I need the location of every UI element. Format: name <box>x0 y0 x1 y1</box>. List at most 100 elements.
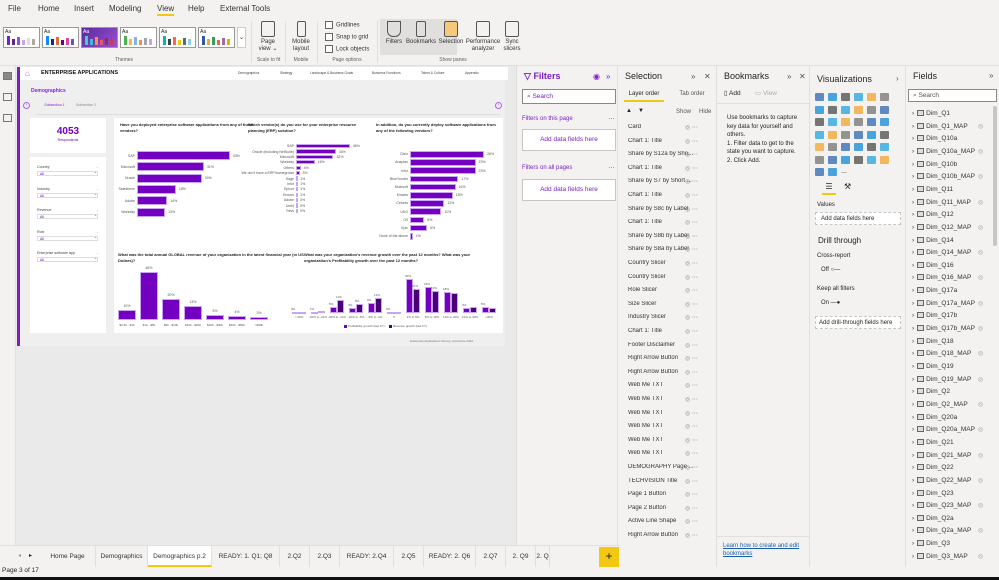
visual-type-icon[interactable] <box>828 143 837 151</box>
cross-report-toggle[interactable]: Off ○— <box>821 267 840 273</box>
field-table[interactable]: › Dim_Q3_MAP ◎ <box>912 552 983 560</box>
mobile-layout-button[interactable]: Mobile layout <box>288 21 314 53</box>
collapse-pane-icon[interactable]: » <box>691 72 695 81</box>
page-tab[interactable]: READY: 1. Q1; Q8 <box>212 546 280 567</box>
visibility-eye-icon[interactable]: ◎ ⋯ <box>685 491 698 498</box>
layer-item[interactable]: Web Me TXT <box>628 437 718 443</box>
eye-icon[interactable]: ◉ <box>593 72 600 81</box>
field-table[interactable]: › Dim_Q18 <box>912 337 954 345</box>
layer-item[interactable]: Footer Disclaimer <box>628 342 718 348</box>
visual-type-icon[interactable] <box>854 118 863 126</box>
page-tab[interactable]: 2.Q5 <box>394 546 424 567</box>
right-arrow-button[interactable]: › <box>495 102 502 109</box>
visual-type-icon[interactable] <box>815 130 824 139</box>
field-table[interactable]: › Dim_Q16 <box>912 261 954 269</box>
layer-item[interactable]: TECHVISION Title <box>628 478 718 484</box>
visibility-eye-icon[interactable]: ◎ ⋯ <box>685 505 698 512</box>
lock-objects-checkbox[interactable]: Lock objects <box>325 45 369 53</box>
field-table[interactable]: › Dim_Q14 <box>912 236 954 244</box>
model-view-icon[interactable] <box>3 114 12 122</box>
filters-search-input[interactable]: ⌕ Search <box>522 89 616 104</box>
page-tab[interactable]: READY: 2.Q4 <box>340 546 394 567</box>
add-bookmark-button[interactable]: ▯ Add <box>724 89 741 97</box>
tab-tab-order[interactable]: Tab order <box>674 88 710 100</box>
menu-file[interactable]: File <box>8 4 21 13</box>
page-tab[interactable]: READY: 2. Q6 <box>424 546 476 567</box>
visibility-eye-icon[interactable]: ◎ ⋯ <box>685 192 698 199</box>
menu-home[interactable]: Home <box>38 4 59 13</box>
field-table[interactable]: › Dim_Q3 <box>912 540 950 547</box>
layer-item[interactable]: Share by S8a by Label <box>628 246 718 252</box>
slicer-dropdown[interactable]: All <box>37 171 98 176</box>
visual-type-icon[interactable] <box>841 155 850 164</box>
field-table[interactable]: › Dim_Q2 <box>912 388 950 395</box>
menu-help[interactable]: Help <box>188 4 204 13</box>
visibility-eye-icon[interactable]: ◎ ⋯ <box>685 518 698 525</box>
page-tab[interactable]: 2.Q2 <box>280 546 310 567</box>
layer-item[interactable]: Share by S12a by Sho... <box>628 151 718 157</box>
bookmarks-help-link[interactable]: Learn how to create and edit bookmarks <box>723 542 807 558</box>
visibility-eye-icon[interactable]: ◎ ⋯ <box>685 382 698 389</box>
layer-item[interactable]: Chart 1: Title <box>628 219 718 225</box>
more-visuals-icon[interactable]: ... <box>841 168 850 176</box>
field-table[interactable]: › Dim_Q23 <box>912 489 954 497</box>
field-table[interactable]: › Dim_Q17a <box>912 287 957 294</box>
visual-type-icon[interactable] <box>854 130 863 139</box>
visual-type-icon[interactable] <box>867 143 876 151</box>
fields-well-icon[interactable]: ☰ <box>822 182 836 195</box>
page-tab[interactable]: 2.Q3 <box>310 546 340 567</box>
visual-type-icon[interactable] <box>815 155 824 164</box>
layer-item[interactable]: Active Line Shape <box>628 518 718 524</box>
sync-slicers-button[interactable]: Sync slicers <box>500 21 524 53</box>
slicer-dropdown[interactable]: All <box>37 214 98 219</box>
format-icon[interactable]: ⚒ <box>844 182 851 191</box>
layer-item[interactable]: Card <box>628 124 718 130</box>
next-page-icon[interactable]: ▸ <box>29 552 32 559</box>
layer-item[interactable]: Right Arrow Button <box>628 369 718 375</box>
theme-option[interactable]: Aa <box>81 27 118 48</box>
field-table[interactable]: › Dim_Q22_MAP ◎ <box>912 476 983 484</box>
field-table[interactable]: › Dim_Q10b <box>912 160 957 168</box>
performance-analyzer-button[interactable]: Performance analyzer <box>464 21 502 53</box>
visual-type-icon[interactable] <box>828 93 837 101</box>
move-up-icon[interactable]: ▲ <box>626 108 632 114</box>
more-options-icon[interactable]: … <box>608 163 615 170</box>
field-table[interactable]: › Dim_Q1_MAP ◎ <box>912 122 983 130</box>
tab-layer-order[interactable]: Layer order <box>624 88 664 102</box>
visual-type-icon[interactable] <box>815 93 824 101</box>
layer-item[interactable]: Country Slicer <box>628 274 718 280</box>
theme-option[interactable]: Aa <box>42 27 79 48</box>
collapse-pane-icon[interactable]: › <box>896 74 899 83</box>
field-table[interactable]: › Dim_Q14_MAP ◎ <box>912 249 983 256</box>
field-table[interactable]: › Dim_Q10a <box>912 135 957 142</box>
visibility-eye-icon[interactable]: ◎ ⋯ <box>685 328 698 335</box>
field-table[interactable]: › Dim_Q20a_MAP ◎ <box>912 426 983 433</box>
visual-type-icon[interactable] <box>841 130 850 139</box>
report-nav-5[interactable]: Appendix <box>465 71 479 75</box>
field-table[interactable]: › Dim_Q2a_MAP ◎ <box>912 527 983 534</box>
report-nav-2[interactable]: Landscape & Business Goals <box>310 71 353 75</box>
visual-type-icon[interactable] <box>828 168 837 176</box>
visual-type-icon[interactable] <box>880 155 889 164</box>
field-table[interactable]: › Dim_Q16_MAP ◎ <box>912 274 983 281</box>
chevron-down-icon[interactable]: ⌄ <box>96 251 99 255</box>
theme-option[interactable]: Aa <box>3 27 40 48</box>
visual-type-icon[interactable] <box>828 130 837 139</box>
visual-type-icon[interactable] <box>841 143 850 151</box>
visual-type-icon[interactable] <box>828 105 837 114</box>
visual-type-icon[interactable] <box>867 93 876 101</box>
layer-item[interactable]: Share by S7 by Short ... <box>628 178 718 184</box>
selection-pane-button[interactable]: Selection <box>436 21 466 46</box>
layer-item[interactable]: Web Me TXT <box>628 450 718 456</box>
visibility-eye-icon[interactable]: ◎ ⋯ <box>685 151 698 158</box>
layer-item[interactable]: Chart 1: Title <box>628 165 718 171</box>
move-down-icon[interactable]: ▼ <box>638 108 644 114</box>
visual-type-icon[interactable] <box>854 93 863 101</box>
slicer-dropdown[interactable]: All <box>37 235 98 241</box>
field-table[interactable]: › Dim_Q23_MAP ◎ <box>912 502 983 509</box>
page-tab[interactable]: 2. Q <box>536 546 550 567</box>
visibility-eye-icon[interactable]: ◎ ⋯ <box>685 478 698 485</box>
visual-type-icon[interactable] <box>854 105 863 114</box>
visual-type-icon[interactable] <box>854 143 863 151</box>
prev-page-icon[interactable]: ◂ <box>18 552 21 559</box>
